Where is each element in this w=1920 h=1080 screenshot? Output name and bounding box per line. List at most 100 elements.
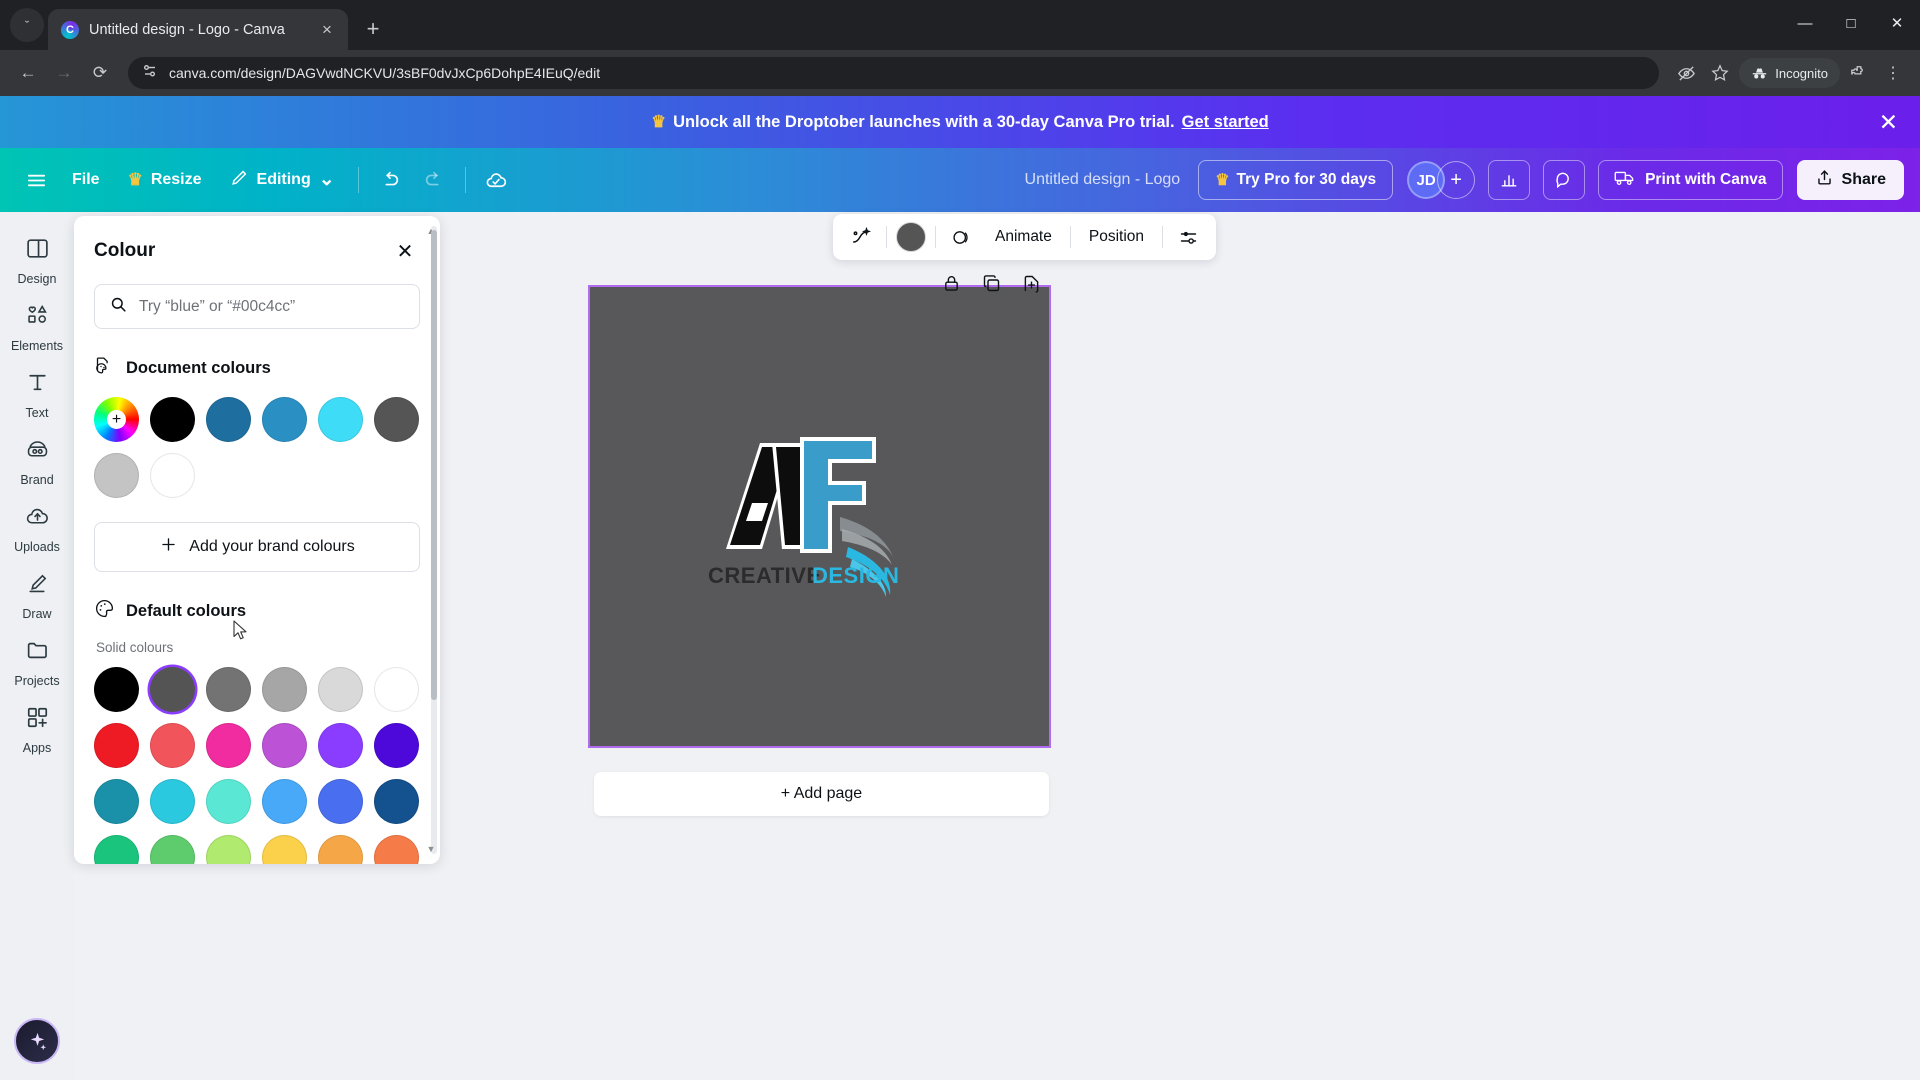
bookmark-star-icon[interactable] [1705,58,1735,88]
reload-button[interactable]: ⟳ [84,57,116,89]
sidebar-item-brand[interactable]: Brand [4,427,70,494]
animate-button[interactable]: Animate [986,228,1061,246]
solid-swatch-7[interactable] [150,723,195,768]
solid-swatch-18[interactable] [94,835,139,864]
solid-swatch-3[interactable] [262,667,307,712]
window-minimize-button[interactable]: — [1782,0,1828,46]
eye-crossed-icon[interactable] [1671,58,1701,88]
solid-swatch-1[interactable] [150,667,195,712]
logo-artwork[interactable]: CREATIVE DESIGN [690,407,950,627]
solid-swatch-8[interactable] [206,723,251,768]
solid-swatch-20[interactable] [206,835,251,864]
add-page-icon[interactable] [1016,268,1046,298]
magic-sparkle-button[interactable] [14,1018,60,1064]
document-swatch-custom-colour-picker[interactable]: + [94,397,139,442]
scroll-down-icon[interactable]: ▼ [425,842,437,856]
crown-icon: ♛ [127,170,143,189]
panel-scrollbar-thumb[interactable] [431,230,437,700]
logo-word-design: DESIGN [812,563,899,588]
sidebar-item-uploads[interactable]: Uploads [4,494,70,561]
extensions-puzzle-icon[interactable] [1844,58,1874,88]
solid-swatch-11[interactable] [374,723,419,768]
file-menu-button[interactable]: File [60,161,112,199]
cloud-saved-icon[interactable] [477,160,517,200]
solid-colours-label: Solid colours [96,640,174,655]
document-swatch-cyan[interactable] [318,397,363,442]
page-tool-group [936,268,1046,298]
print-with-canva-button[interactable]: Print with Canva [1598,160,1783,200]
address-bar[interactable]: canva.com/design/DAGVwdNCKVU/3sBF0dvJxCp… [128,57,1660,89]
chevron-down-icon: ⌄ [318,169,335,190]
transparency-icon[interactable] [1172,221,1204,253]
new-tab-button[interactable]: + [356,12,390,46]
document-swatch-white[interactable] [150,453,195,498]
incognito-label: Incognito [1775,65,1828,81]
add-page-button[interactable]: + Add page [594,772,1049,816]
sidebar-item-projects[interactable]: Projects [4,628,70,695]
solid-swatch-22[interactable] [318,835,363,864]
undo-button[interactable] [370,160,410,200]
window-maximize-button[interactable]: □ [1828,0,1874,46]
solid-swatch-17[interactable] [374,779,419,824]
browser-menu-icon[interactable]: ⋮ [1878,58,1908,88]
editing-mode-button[interactable]: Editing ⌄ [218,161,347,199]
sidebar-item-elements[interactable]: Elements [4,293,70,360]
insights-icon[interactable] [1488,160,1531,200]
back-button[interactable]: ← [12,57,44,89]
duplicate-icon[interactable] [976,268,1006,298]
tab-close-icon[interactable]: × [316,21,338,38]
colour-search-input[interactable] [139,297,405,316]
comment-icon[interactable] [1543,160,1586,200]
banner-close-icon[interactable]: ✕ [1879,109,1898,136]
animate-icon[interactable] [945,221,977,253]
panel-title: Colour [94,240,156,261]
sidebar-item-draw[interactable]: Draw [4,561,70,628]
solid-swatch-0[interactable] [94,667,139,712]
solid-swatch-15[interactable] [262,779,307,824]
site-settings-icon[interactable] [142,63,158,84]
incognito-indicator[interactable]: Incognito [1739,58,1840,88]
sidebar-item-apps[interactable]: Apps [4,695,70,762]
document-swatch-blue[interactable] [262,397,307,442]
sidebar-item-text[interactable]: Text [4,360,70,427]
share-button[interactable]: Share [1796,160,1904,200]
add-collaborator-button[interactable]: + [1437,161,1476,199]
solid-swatch-2[interactable] [206,667,251,712]
solid-swatch-16[interactable] [318,779,363,824]
colour-search-box[interactable] [94,284,420,329]
solid-swatch-13[interactable] [150,779,195,824]
position-button[interactable]: Position [1080,228,1153,246]
solid-swatch-23[interactable] [374,835,419,864]
add-brand-colours-button[interactable]: Add your brand colours [94,522,420,572]
solid-swatch-12[interactable] [94,779,139,824]
sidebar-item-design[interactable]: Design [4,226,70,293]
solid-swatch-19[interactable] [150,835,195,864]
sidebar-label: Brand [20,473,54,487]
document-swatch-dark-grey[interactable] [374,397,419,442]
design-title[interactable]: Untitled design - Logo [1011,171,1195,189]
document-swatch-light-grey[interactable] [94,453,139,498]
design-page[interactable]: CREATIVE DESIGN [588,285,1051,748]
hamburger-menu-icon[interactable] [16,160,56,200]
magic-edit-icon[interactable] [845,221,877,253]
solid-swatch-10[interactable] [318,723,363,768]
solid-swatch-4[interactable] [318,667,363,712]
tab-search-button[interactable]: ˇ [10,8,44,42]
close-icon[interactable]: ✕ [390,236,420,266]
document-swatch-black[interactable] [150,397,195,442]
resize-button[interactable]: ♛ Resize [116,161,214,199]
get-started-link[interactable]: Get started [1182,113,1269,132]
solid-swatch-14[interactable] [206,779,251,824]
element-colour-swatch[interactable] [896,222,926,252]
sidebar-label: Draw [22,607,52,621]
url-text: canva.com/design/DAGVwdNCKVU/3sBF0dvJxCp… [169,65,601,81]
document-swatch-dark-blue[interactable] [206,397,251,442]
solid-swatch-21[interactable] [262,835,307,864]
lock-icon[interactable] [936,268,966,298]
solid-swatch-5[interactable] [374,667,419,712]
solid-swatch-6[interactable] [94,723,139,768]
solid-swatch-9[interactable] [262,723,307,768]
window-close-button[interactable]: ✕ [1874,0,1920,46]
try-pro-button[interactable]: ♛ Try Pro for 30 days [1198,160,1394,200]
browser-tab[interactable]: C Untitled design - Logo - Canva × [48,9,348,50]
